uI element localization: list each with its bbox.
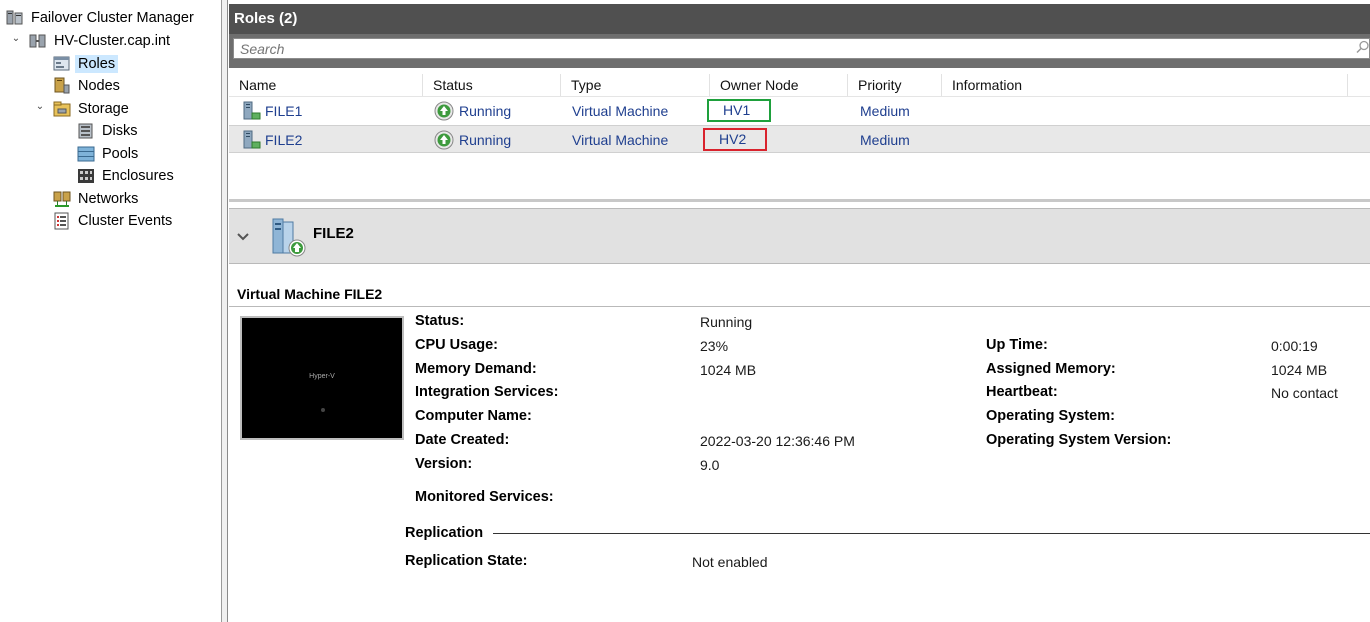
column-header-type[interactable]: Type — [561, 74, 710, 96]
tree-item-label: Failover Cluster Manager — [31, 10, 194, 26]
column-header-status[interactable]: Status — [423, 74, 561, 96]
replication-state-value: Not enabled — [692, 554, 768, 570]
up-time-value: 0:00:19 — [1271, 338, 1318, 354]
tree-item-disks[interactable]: Disks — [77, 120, 140, 142]
priority-cell: Medium — [860, 132, 910, 148]
roles-icon — [53, 56, 70, 71]
owner-node-cell: HV1 — [707, 99, 771, 122]
detail-title: FILE2 — [313, 225, 354, 242]
memory-demand-label: Memory Demand: — [415, 361, 537, 377]
tree-item-enclosures[interactable]: Enclosures — [77, 165, 177, 187]
search-icon[interactable] — [1356, 40, 1370, 54]
disks-icon — [78, 123, 93, 139]
tree-item-label: Pools — [102, 146, 139, 162]
chevron-down-icon[interactable]: ⌄ — [10, 33, 22, 44]
column-header-information[interactable]: Information — [942, 74, 1348, 96]
pools-icon — [77, 146, 95, 162]
pane-splitter[interactable] — [222, 0, 228, 622]
chevron-down-icon[interactable]: ⌄ — [34, 101, 46, 112]
monitored-services-label: Monitored Services: — [415, 489, 554, 505]
role-name: FILE2 — [265, 132, 303, 148]
tree-item-label: Roles — [75, 55, 119, 73]
tree-item-storage[interactable]: Storage — [53, 98, 132, 120]
name-cell: FILE2 — [241, 126, 302, 154]
name-cell: FILE1 — [241, 97, 302, 125]
tree-item-label: Storage — [78, 101, 129, 117]
type-cell: Virtual Machine — [572, 132, 669, 148]
integration-services-label: Integration Services: — [415, 384, 559, 400]
tree-item-label: Disks — [102, 123, 138, 139]
up-time-label: Up Time: — [986, 337, 1048, 353]
heading-divider — [229, 306, 1370, 307]
operating-system-label: Operating System: — [986, 408, 1115, 424]
computer-name-label: Computer Name: — [415, 408, 532, 424]
vm-thumbnail[interactable]: Hyper-V — [240, 316, 404, 440]
version-value: 9.0 — [700, 457, 720, 473]
priority-cell: Medium — [860, 103, 910, 119]
column-header-owner-node[interactable]: Owner Node — [710, 74, 848, 96]
enclosures-icon — [78, 169, 94, 183]
virtual-machine-icon — [243, 101, 261, 120]
tree-item-label: Nodes — [78, 78, 120, 94]
networks-icon — [53, 191, 71, 207]
table-row[interactable]: FILE1 Running Virtual Machine HV1 Medium — [229, 97, 1370, 125]
tree-item-networks[interactable]: Networks — [53, 188, 141, 210]
search-input[interactable] — [233, 38, 1370, 59]
status-value: Running — [700, 314, 753, 330]
status-cell: Running — [434, 97, 511, 125]
tree-item-label: Cluster Events — [78, 213, 173, 229]
operating-system-version-label: Operating System Version: — [986, 432, 1172, 448]
running-status-icon — [434, 130, 454, 150]
tree-item-roles[interactable]: Roles — [53, 53, 119, 75]
vm-thumbnail-spinner — [321, 408, 325, 412]
virtual-machine-icon — [272, 218, 306, 257]
status-label: Status: — [415, 313, 465, 329]
vm-heading: Virtual Machine FILE2 — [237, 286, 383, 302]
roles-title: Roles (2) — [229, 4, 1370, 34]
date-created-value: 2022-03-20 12:36:46 PM — [700, 433, 855, 449]
date-created-label: Date Created: — [415, 432, 510, 448]
table-row[interactable]: FILE2 Running Virtual Machine HV2 Medium — [229, 125, 1370, 153]
tree-item-label: Networks — [78, 191, 139, 207]
cluster-icon — [29, 34, 46, 48]
vm-thumbnail-text: Hyper-V — [309, 373, 335, 380]
column-header-name[interactable]: Name — [229, 74, 423, 96]
replication-state-label: Replication State: — [405, 553, 528, 569]
column-header-priority[interactable]: Priority — [848, 74, 942, 96]
owner-node-cell: HV2 — [703, 128, 767, 151]
tree-item-cluster-events[interactable]: Cluster Events — [53, 210, 175, 232]
collapse-chevron-icon[interactable] — [236, 230, 250, 244]
heartbeat-value: No contact — [1271, 385, 1338, 401]
version-label: Version: — [415, 456, 473, 472]
detail-banner: FILE2 — [229, 208, 1370, 264]
cluster-events-icon — [54, 212, 69, 230]
cpu-usage-label: CPU Usage: — [415, 337, 498, 353]
tree-item-cluster[interactable]: HV-Cluster.cap.int — [29, 30, 173, 52]
memory-demand-value: 1024 MB — [700, 362, 757, 378]
storage-icon — [53, 101, 71, 117]
running-status-icon — [434, 101, 454, 121]
heartbeat-label: Heartbeat: — [986, 384, 1058, 400]
assigned-memory-value: 1024 MB — [1271, 362, 1328, 378]
status-text: Running — [459, 103, 512, 119]
roles-grid: Name Status Type Owner Node Priority Inf… — [229, 68, 1370, 202]
tree-item-label: Enclosures — [102, 168, 174, 184]
replication-divider — [493, 533, 1370, 534]
cpu-usage-value: 23% — [700, 338, 729, 354]
assigned-memory-label: Assigned Memory: — [986, 361, 1116, 377]
status-text: Running — [459, 132, 512, 148]
tree-item-pools[interactable]: Pools — [77, 143, 141, 165]
tree-item-label: HV-Cluster.cap.int — [54, 33, 171, 49]
status-cell: Running — [434, 126, 511, 154]
role-name: FILE1 — [265, 103, 303, 119]
tree-item-failover-cluster-manager[interactable]: Failover Cluster Manager — [6, 7, 197, 29]
tree-item-nodes[interactable]: Nodes — [53, 75, 123, 97]
replication-heading: Replication — [405, 525, 484, 541]
failover-cluster-manager-icon — [6, 10, 23, 25]
navigation-tree: Failover Cluster Manager ⌄ HV-Cluster.ca… — [0, 0, 222, 622]
virtual-machine-icon — [243, 130, 261, 149]
nodes-icon — [54, 77, 70, 94]
search-bar — [229, 34, 1370, 68]
type-cell: Virtual Machine — [572, 103, 669, 119]
